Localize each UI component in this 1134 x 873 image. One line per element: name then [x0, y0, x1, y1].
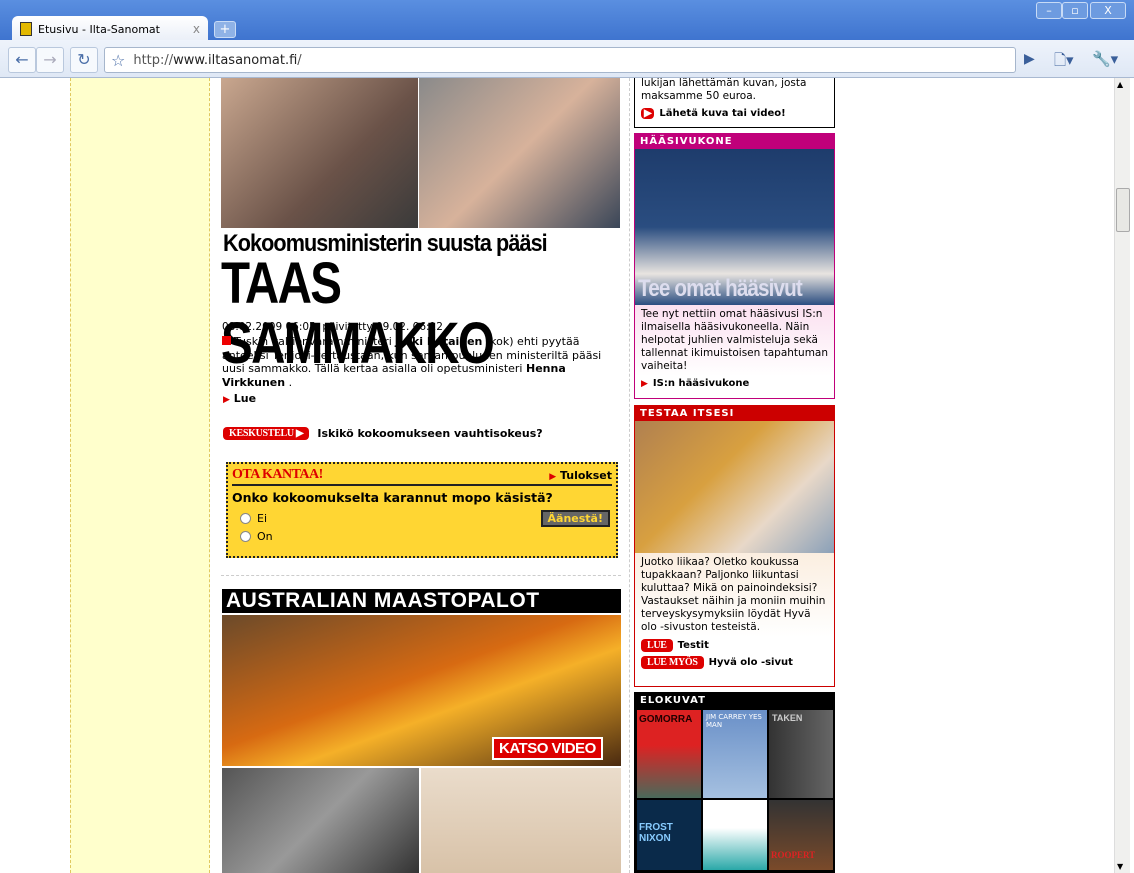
new-tab-button[interactable]: +: [214, 21, 236, 38]
discussion-link[interactable]: KESKUSTELU ▶ Iskikö kokoomukseen vauhtiso…: [223, 427, 543, 440]
wedding-text: Tee nyt nettiin omat hääsivusi IS:n ilma…: [635, 305, 834, 376]
poll-box: OTA KANTAA! ▶ Tulokset Onko kokoomukselta…: [226, 462, 618, 558]
favicon-icon: [20, 22, 32, 36]
forward-button[interactable]: →: [36, 47, 64, 73]
discussion-title: Iskikö kokoomukseen vauhtisokeus?: [317, 427, 543, 440]
tab-etusivu[interactable]: Etusivu - Ilta-Sanomat x: [12, 16, 208, 42]
photo-burnt-cars[interactable]: [222, 768, 419, 873]
feature-title[interactable]: AUSTRALIAN MAASTOPALOT: [222, 589, 621, 613]
vote-button[interactable]: Äänestä!: [540, 510, 610, 527]
poll-results-link[interactable]: ▶ Tulokset: [549, 469, 612, 482]
self-test-header: TESTAA ITSESI: [635, 406, 834, 421]
reader-text: lukijan lähettämän kuvan, josta maksamme…: [641, 78, 807, 102]
wellbeing-link[interactable]: LUE MYÖS Hyvä olo -sivut: [635, 654, 834, 671]
divider: [221, 575, 621, 576]
poll-title: OTA KANTAA!: [232, 467, 323, 482]
page-content: Kokoomusministerin suusta pääsi TAAS SAM…: [0, 78, 1114, 873]
title-bar: Etusivu - Ilta-Sanomat x + – ▫ X: [0, 0, 1134, 42]
radio-button[interactable]: [240, 512, 251, 524]
minimize-button[interactable]: –: [1036, 2, 1062, 19]
bullet-square-icon: [222, 336, 231, 345]
bookmark-star-icon[interactable]: ☆: [111, 51, 125, 70]
reload-button[interactable]: ↻: [70, 47, 98, 73]
close-window-button[interactable]: X: [1090, 2, 1126, 19]
maximize-button[interactable]: ▫: [1062, 2, 1088, 19]
movies-box: ELOKUVAT GOMORRA JIM CARREY YES MAN TAKE…: [634, 692, 835, 873]
wedding-header: HÄÄSIVUKONE: [635, 134, 834, 149]
left-column: [70, 78, 210, 873]
discussion-badge: KESKUSTELU ▶: [223, 427, 310, 440]
wedding-link[interactable]: ▶ IS:n hääsivukone: [635, 376, 834, 391]
wrench-menu-icon[interactable]: 🔧▾: [1092, 50, 1118, 68]
self-test-text: Juotko liikaa? Oletko koukussa tupakkaan…: [635, 553, 834, 637]
photo-minister-man[interactable]: [419, 78, 620, 228]
self-test-photo[interactable]: [635, 421, 834, 553]
movies-header: ELOKUVAT: [635, 693, 834, 708]
vertical-scrollbar[interactable]: ▲ ▼: [1114, 78, 1130, 873]
watch-video-button[interactable]: KATSO VIDEO: [492, 737, 603, 760]
article-lead: Tuskin valtionvarainministeri Jyrki Kata…: [222, 335, 602, 389]
movie-poster[interactable]: [703, 800, 767, 870]
address-bar[interactable]: ☆ http://www.iltasanomat.fi/: [104, 47, 1016, 73]
wedding-image-caption: Tee omat hääsivut: [638, 275, 803, 302]
wedding-photo[interactable]: Tee omat hääsivut: [635, 149, 834, 305]
movie-poster[interactable]: GOMORRA: [637, 710, 701, 798]
scroll-thumb[interactable]: [1116, 188, 1130, 232]
arrow-icon: ▶: [223, 395, 230, 405]
photo-helicopter[interactable]: [421, 768, 621, 873]
poll-question: Onko kokoomukselta karannut mopo käsistä…: [232, 490, 553, 505]
movie-poster[interactable]: TAKEN: [769, 710, 833, 798]
article-date: 08.02.2009 06:05, päivitetty 09.02. 06:1…: [222, 321, 443, 333]
play-icon: ▶: [641, 108, 655, 119]
movie-posters: GOMORRA JIM CARREY YES MAN TAKEN FROST N…: [635, 708, 834, 872]
tab-title: Etusivu - Ilta-Sanomat: [38, 22, 160, 36]
read-link[interactable]: ▶ Lue: [223, 392, 256, 405]
wedding-box: HÄÄSIVUKONE Tee omat hääsivut Tee nyt ne…: [634, 133, 835, 399]
movie-poster[interactable]: FROST NIXON: [637, 800, 701, 870]
movie-poster[interactable]: ROOPERT: [769, 800, 833, 870]
scroll-down-icon[interactable]: ▼: [1117, 862, 1123, 871]
main-column: Kokoomusministerin suusta pääsi TAAS SAM…: [215, 78, 630, 873]
scroll-up-icon[interactable]: ▲: [1117, 80, 1123, 89]
toolbar: ← → ↻ ☆ http://www.iltasanomat.fi/ ▶ 🗋▾ …: [0, 40, 1134, 78]
self-test-box: TESTAA ITSESI Juotko liikaa? Oletko kouk…: [634, 405, 835, 687]
radio-button[interactable]: [240, 530, 251, 542]
photo-minister-woman[interactable]: [221, 78, 418, 228]
page-menu-icon[interactable]: 🗋▾: [1054, 50, 1074, 75]
reader-photo-box: lukijan lähettämän kuvan, josta maksamme…: [634, 78, 835, 128]
send-photo-link[interactable]: ▶ Lähetä kuva tai video!: [635, 106, 834, 121]
go-icon[interactable]: ▶: [1024, 51, 1035, 67]
back-button[interactable]: ←: [8, 47, 36, 73]
tab-close-icon[interactable]: x: [193, 22, 200, 36]
url-text: http://www.iltasanomat.fi/: [133, 52, 302, 68]
movie-poster[interactable]: JIM CARREY YES MAN: [703, 710, 767, 798]
poll-option-on[interactable]: On: [240, 527, 612, 545]
tests-link[interactable]: LUE Testit: [635, 637, 834, 654]
